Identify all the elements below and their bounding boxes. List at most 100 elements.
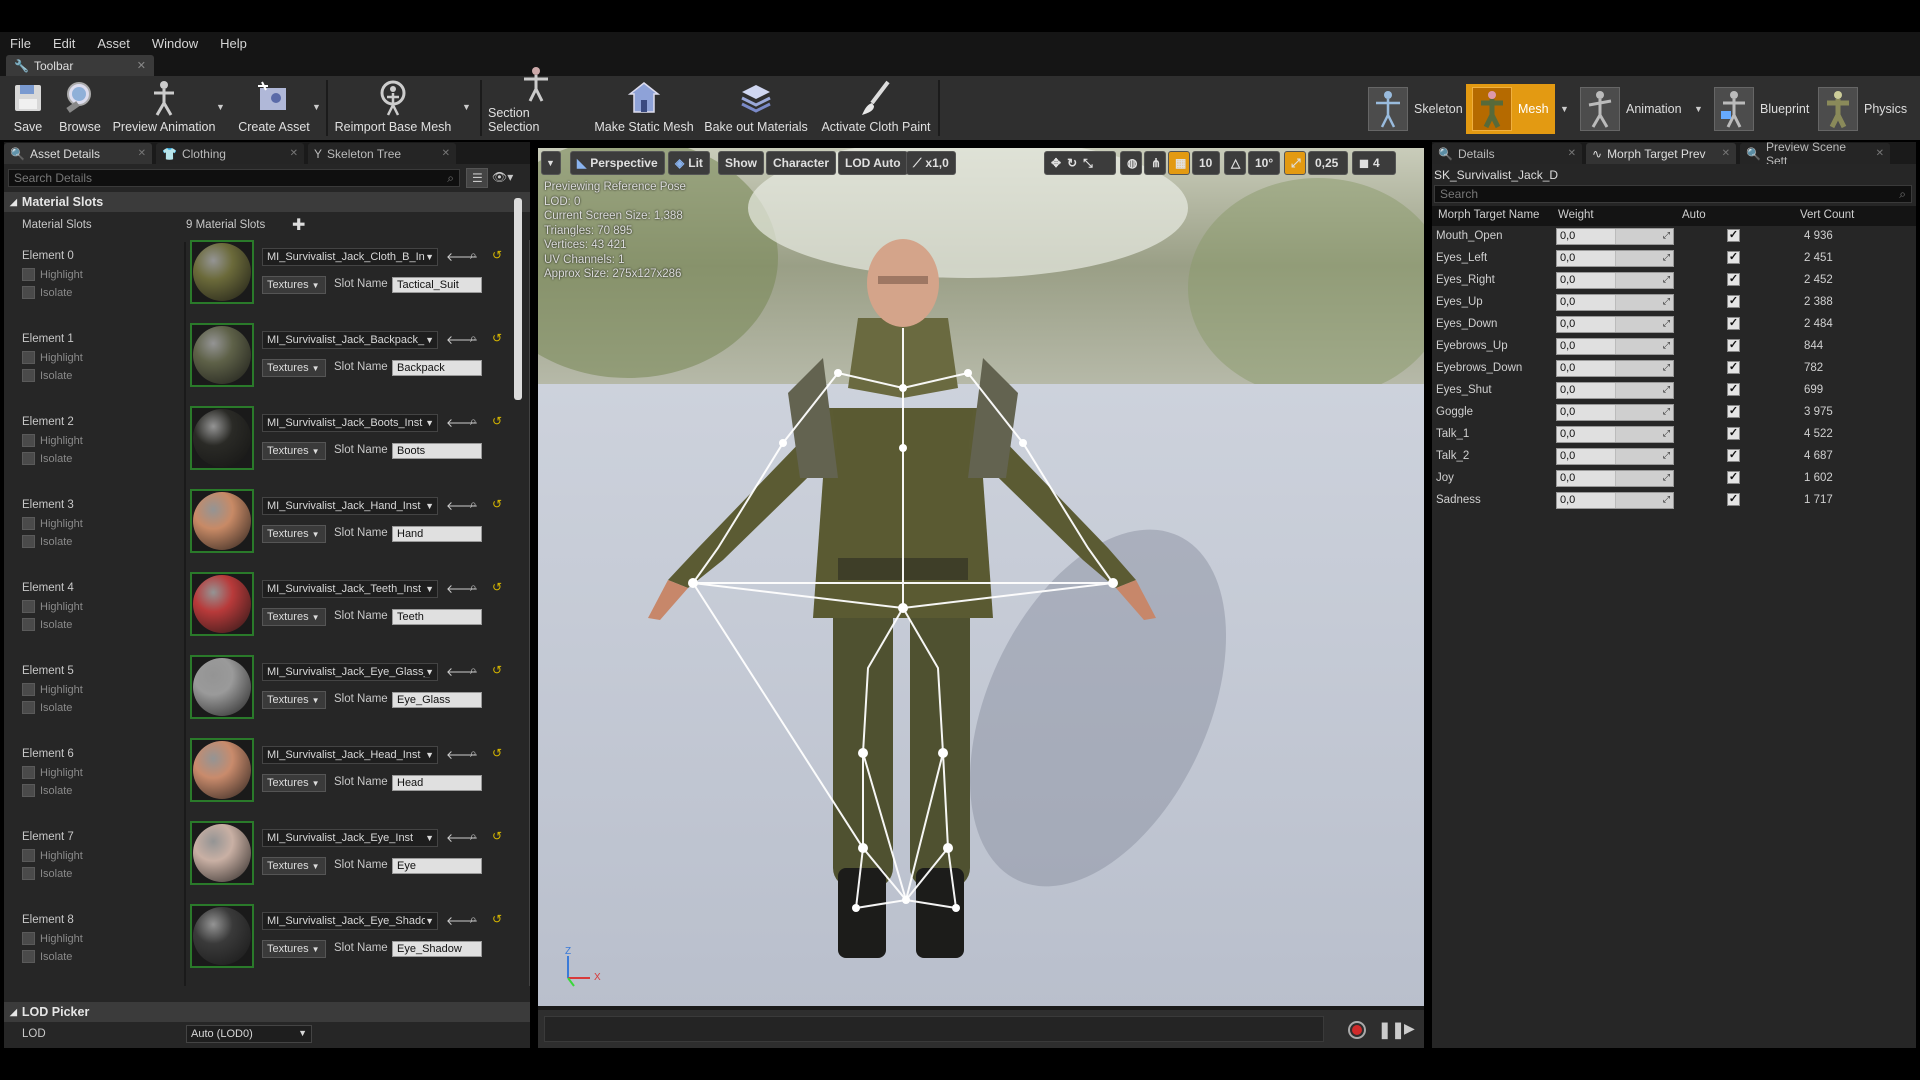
- material-select[interactable]: MI_Survivalist_Jack_Boots_Inst ▼: [262, 414, 438, 432]
- pause-icon[interactable]: ❚❚: [1378, 1020, 1405, 1040]
- slot-name-input[interactable]: Backpack: [392, 360, 482, 376]
- category-lod-picker[interactable]: ◢ LOD Picker: [4, 1002, 530, 1022]
- playback-speed-button[interactable]: ⟋ x1,0: [906, 151, 956, 175]
- world-local-button[interactable]: ◍: [1120, 151, 1142, 175]
- textures-button[interactable]: Textures ▼: [262, 276, 326, 294]
- highlight-checkbox[interactable]: Highlight: [22, 598, 83, 615]
- menu-asset[interactable]: Asset: [97, 36, 130, 51]
- weight-slider[interactable]: 0,0 ⤢: [1556, 250, 1674, 267]
- highlight-checkbox[interactable]: Highlight: [22, 349, 83, 366]
- scrollbar-thumb[interactable]: [514, 198, 522, 400]
- chevron-down-icon[interactable]: ▼: [216, 102, 225, 112]
- menu-edit[interactable]: Edit: [53, 36, 75, 51]
- browse-icon[interactable]: ⌕: [470, 580, 477, 595]
- close-icon[interactable]: ✕: [282, 148, 298, 159]
- surface-snap-button[interactable]: ⋔: [1144, 151, 1166, 175]
- eye-icon[interactable]: 👁▾: [492, 170, 513, 184]
- auto-checkbox[interactable]: ✓: [1727, 295, 1740, 308]
- isolate-checkbox[interactable]: Isolate: [22, 533, 72, 550]
- preview-animation-button[interactable]: Preview Animation: [112, 76, 216, 138]
- browse-icon[interactable]: ⌕: [470, 746, 477, 761]
- highlight-checkbox[interactable]: Highlight: [22, 847, 83, 864]
- slot-name-input[interactable]: Boots: [392, 443, 482, 459]
- grid-snap-value[interactable]: 10: [1192, 151, 1220, 175]
- lit-button[interactable]: ◈ Lit: [668, 151, 710, 175]
- reset-icon[interactable]: ↺: [492, 829, 502, 843]
- weight-slider[interactable]: 0,0 ⤢: [1556, 228, 1674, 245]
- auto-checkbox[interactable]: ✓: [1727, 405, 1740, 418]
- browse-button[interactable]: Browse: [58, 76, 102, 138]
- auto-checkbox[interactable]: ✓: [1727, 383, 1740, 396]
- viewport[interactable]: Z X ▼ ◣ Perspective ◈ Lit Show Character L…: [538, 148, 1424, 1010]
- material-thumbnail[interactable]: [190, 489, 254, 553]
- close-icon[interactable]: ✕: [434, 148, 450, 159]
- weight-slider[interactable]: 0,0 ⤢: [1556, 470, 1674, 487]
- textures-button[interactable]: Textures ▼: [262, 857, 326, 875]
- column-auto[interactable]: Auto: [1682, 209, 1706, 221]
- isolate-checkbox[interactable]: Isolate: [22, 782, 72, 799]
- weight-slider[interactable]: 0,0 ⤢: [1556, 448, 1674, 465]
- tab-skeleton-tree[interactable]: Y Skeleton Tree ✕: [308, 143, 456, 164]
- textures-button[interactable]: Textures ▼: [262, 608, 326, 626]
- rotation-snap-toggle[interactable]: △: [1224, 151, 1246, 175]
- close-icon[interactable]: ✕: [1714, 148, 1730, 159]
- isolate-checkbox[interactable]: Isolate: [22, 284, 72, 301]
- textures-button[interactable]: Textures ▼: [262, 774, 326, 792]
- auto-checkbox[interactable]: ✓: [1727, 471, 1740, 484]
- textures-button[interactable]: Textures ▼: [262, 359, 326, 377]
- isolate-checkbox[interactable]: Isolate: [22, 865, 72, 882]
- browse-icon[interactable]: ⌕: [470, 497, 477, 512]
- material-thumbnail[interactable]: [190, 904, 254, 968]
- reset-icon[interactable]: ↺: [492, 414, 502, 428]
- chevron-down-icon[interactable]: ▼: [312, 102, 321, 112]
- weight-slider[interactable]: 0,0 ⤢: [1556, 272, 1674, 289]
- reset-icon[interactable]: ↺: [492, 497, 502, 511]
- camera-speed-button[interactable]: ◼ 4: [1352, 151, 1396, 175]
- slot-name-input[interactable]: Eye_Glass: [392, 692, 482, 708]
- material-select[interactable]: MI_Survivalist_Jack_Cloth_B_Ins ▼: [262, 248, 438, 266]
- highlight-checkbox[interactable]: Highlight: [22, 266, 83, 283]
- scale-snap-value[interactable]: 0,25: [1308, 151, 1348, 175]
- highlight-checkbox[interactable]: Highlight: [22, 681, 83, 698]
- mode-blueprint[interactable]: Blueprint: [1708, 84, 1815, 134]
- material-select[interactable]: MI_Survivalist_Jack_Backpack_ ▼: [262, 331, 438, 349]
- weight-slider[interactable]: 0,0 ⤢: [1556, 338, 1674, 355]
- highlight-checkbox[interactable]: Highlight: [22, 432, 83, 449]
- mode-mesh[interactable]: Mesh: [1466, 84, 1555, 134]
- material-thumbnail[interactable]: [190, 738, 254, 802]
- tab-asset-details[interactable]: 🔍 Asset Details ✕: [4, 143, 152, 164]
- lod-auto-button[interactable]: LOD Auto: [838, 151, 908, 175]
- transform-tools[interactable]: ✥ ↻ ⤡: [1044, 151, 1116, 175]
- bake-out-materials-button[interactable]: Bake out Materials: [703, 76, 809, 138]
- category-material-slots[interactable]: ◢ Material Slots: [4, 192, 530, 212]
- close-icon[interactable]: ✕: [1868, 148, 1884, 159]
- slot-name-input[interactable]: Teeth: [392, 609, 482, 625]
- isolate-checkbox[interactable]: Isolate: [22, 699, 72, 716]
- scale-snap-toggle[interactable]: ⤢: [1284, 151, 1306, 175]
- timeline-scrubber[interactable]: [544, 1016, 1324, 1042]
- material-select[interactable]: MI_Survivalist_Jack_Hand_Inst ▼: [262, 497, 438, 515]
- reset-icon[interactable]: ↺: [492, 331, 502, 345]
- activate-cloth-paint-button[interactable]: Activate Cloth Paint: [818, 76, 934, 138]
- rotation-snap-value[interactable]: 10°: [1248, 151, 1280, 175]
- mode-skeleton[interactable]: Skeleton: [1362, 84, 1469, 134]
- material-thumbnail[interactable]: [190, 240, 254, 304]
- material-thumbnail[interactable]: [190, 821, 254, 885]
- slot-name-input[interactable]: Tactical_Suit: [392, 277, 482, 293]
- textures-button[interactable]: Textures ▼: [262, 940, 326, 958]
- add-icon[interactable]: ✚: [292, 215, 305, 235]
- highlight-checkbox[interactable]: Highlight: [22, 930, 83, 947]
- close-icon[interactable]: ✕: [137, 59, 146, 72]
- menu-file[interactable]: File: [10, 36, 31, 51]
- toolbar-tab[interactable]: 🔧 Toolbar ✕: [6, 55, 154, 76]
- tab-details[interactable]: 🔍 Details ✕: [1432, 143, 1582, 164]
- auto-checkbox[interactable]: ✓: [1727, 339, 1740, 352]
- record-button[interactable]: [1348, 1021, 1366, 1039]
- material-thumbnail[interactable]: [190, 655, 254, 719]
- auto-checkbox[interactable]: ✓: [1727, 273, 1740, 286]
- browse-icon[interactable]: ⌕: [470, 331, 477, 346]
- reset-icon[interactable]: ↺: [492, 912, 502, 926]
- auto-checkbox[interactable]: ✓: [1727, 427, 1740, 440]
- browse-icon[interactable]: ⌕: [470, 248, 477, 263]
- chevron-down-icon[interactable]: ▼: [1694, 104, 1703, 114]
